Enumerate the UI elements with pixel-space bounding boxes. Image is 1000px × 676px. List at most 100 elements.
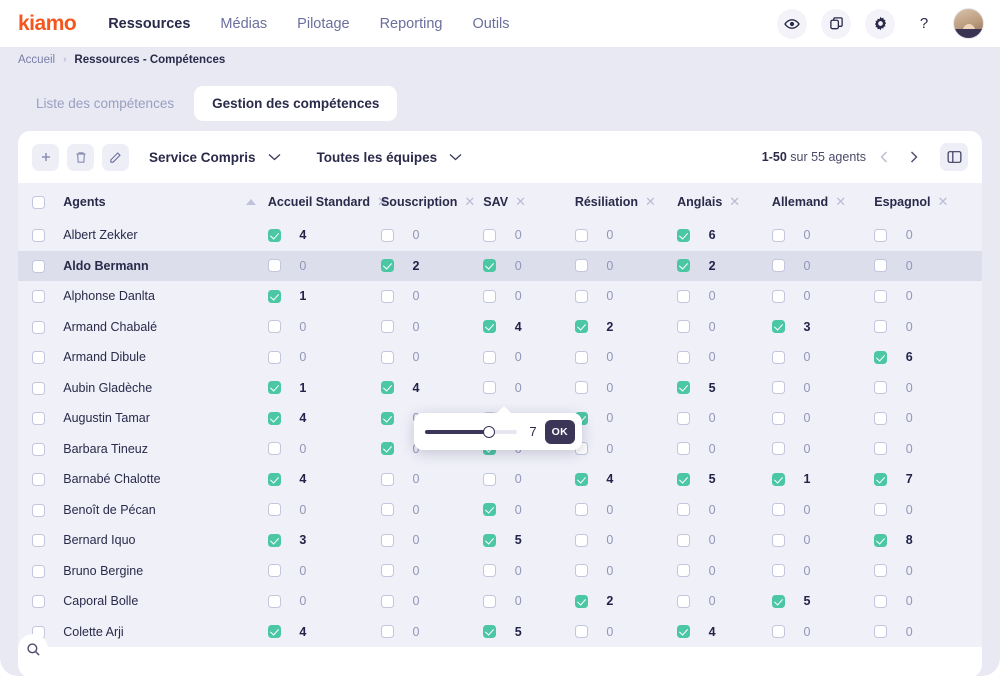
skill-level-value[interactable]: 0 (588, 350, 632, 364)
tab-gestion-des-competences[interactable]: Gestion des compétences (194, 86, 398, 121)
skill-level-value[interactable]: 0 (887, 320, 931, 334)
column-header-anglais[interactable]: Anglais ✕ (677, 183, 772, 220)
skill-checkbox[interactable] (677, 442, 691, 456)
column-header-accueil-standard[interactable]: Accueil Standard ✕ (268, 183, 388, 220)
skill-checkbox[interactable] (874, 381, 888, 395)
close-icon[interactable]: ✕ (835, 195, 846, 208)
skill-checkbox[interactable] (874, 472, 888, 486)
skill-level-value[interactable]: 0 (588, 533, 632, 547)
tab-liste-des-competences[interactable]: Liste des compétences (18, 86, 192, 121)
skill-checkbox[interactable] (874, 259, 888, 273)
skill-checkbox[interactable] (267, 503, 281, 517)
skill-checkbox[interactable] (574, 625, 588, 639)
skill-checkbox[interactable] (574, 564, 588, 578)
skill-level-value[interactable]: 5 (496, 625, 540, 639)
slider-thumb[interactable] (483, 425, 496, 438)
search-icon[interactable] (18, 634, 48, 664)
skill-checkbox[interactable] (483, 564, 497, 578)
skill-checkbox[interactable] (574, 472, 588, 486)
skill-level-value[interactable]: 4 (281, 625, 325, 639)
skill-checkbox[interactable] (483, 594, 497, 608)
skill-checkbox[interactable] (380, 381, 394, 395)
skill-level-value[interactable]: 0 (690, 320, 734, 334)
agents-column-header[interactable]: Agents (63, 183, 268, 220)
skill-level-value[interactable]: 0 (887, 259, 931, 273)
skill-level-value[interactable]: 4 (281, 472, 325, 486)
skill-level-value[interactable]: 0 (281, 320, 325, 334)
skill-checkbox[interactable] (677, 625, 691, 639)
add-button[interactable] (32, 143, 59, 171)
copy-icon[interactable] (821, 8, 851, 39)
skill-checkbox[interactable] (483, 289, 497, 303)
column-header-souscription[interactable]: Souscription ✕ (381, 183, 483, 220)
table-row[interactable]: Caporal Bolle 0 0 0 2 0 5 0 (18, 586, 982, 617)
skill-checkbox[interactable] (267, 411, 281, 425)
level-slider[interactable] (425, 425, 517, 439)
skill-checkbox[interactable] (483, 503, 497, 517)
skill-level-value[interactable]: 0 (887, 594, 931, 608)
skill-level-value[interactable]: 0 (496, 259, 540, 273)
skill-level-value[interactable]: 0 (496, 594, 540, 608)
skill-checkbox[interactable] (574, 320, 588, 334)
skill-level-value[interactable]: 0 (496, 228, 540, 242)
skill-level-value[interactable]: 0 (588, 228, 632, 242)
skill-checkbox[interactable] (267, 564, 281, 578)
skill-level-value[interactable]: 5 (496, 533, 540, 547)
column-header-espagnol[interactable]: Espagnol ✕ (874, 183, 982, 220)
nav-item-pilotage[interactable]: Pilotage (297, 16, 349, 32)
skill-level-value[interactable]: 0 (690, 503, 734, 517)
skill-checkbox[interactable] (771, 625, 785, 639)
skill-checkbox[interactable] (380, 228, 394, 242)
skill-checkbox[interactable] (677, 503, 691, 517)
column-settings-button[interactable] (940, 143, 968, 171)
close-icon[interactable]: ✕ (515, 195, 526, 208)
skill-level-value[interactable]: 1 (281, 381, 325, 395)
skill-checkbox[interactable] (574, 503, 588, 517)
skill-checkbox[interactable] (771, 320, 785, 334)
skill-level-value[interactable]: 5 (785, 594, 829, 608)
table-row[interactable]: Aldo Bermann 0 2 0 0 2 0 0 (18, 250, 982, 281)
skill-level-value[interactable]: 2 (588, 594, 632, 608)
skill-checkbox[interactable] (874, 350, 888, 364)
skill-checkbox[interactable] (574, 594, 588, 608)
column-header-resiliation[interactable]: Résiliation ✕ (575, 183, 677, 220)
skill-level-value[interactable]: 0 (281, 594, 325, 608)
row-select-checkbox[interactable] (32, 320, 45, 334)
skill-checkbox[interactable] (267, 472, 281, 486)
breadcrumb-home[interactable]: Accueil (18, 54, 55, 66)
skill-checkbox[interactable] (771, 228, 785, 242)
skill-level-value[interactable]: 7 (887, 472, 931, 486)
table-row[interactable]: Benoît de Pécan 0 0 0 0 0 0 0 (18, 494, 982, 525)
team-select[interactable]: Toutes les équipes (317, 150, 463, 165)
skill-checkbox[interactable] (874, 228, 888, 242)
skill-level-value[interactable]: 5 (690, 472, 734, 486)
table-row[interactable]: Barnabé Chalotte 4 0 0 4 5 1 7 (18, 464, 982, 495)
skill-level-value[interactable]: 0 (887, 503, 931, 517)
skill-checkbox[interactable] (483, 472, 497, 486)
skill-checkbox[interactable] (267, 228, 281, 242)
row-select-checkbox[interactable] (32, 229, 45, 243)
skill-level-value[interactable]: 0 (496, 564, 540, 578)
column-header-allemand[interactable]: Allemand ✕ (772, 183, 874, 220)
skill-checkbox[interactable] (677, 594, 691, 608)
skill-level-value[interactable]: 0 (785, 411, 829, 425)
skill-level-value[interactable]: 0 (785, 625, 829, 639)
skill-checkbox[interactable] (874, 289, 888, 303)
table-row[interactable]: Armand Dibule 0 0 0 0 0 0 6 (18, 342, 982, 373)
skill-checkbox[interactable] (677, 228, 691, 242)
table-row[interactable]: Bruno Bergine 0 0 0 0 0 0 0 (18, 555, 982, 586)
close-icon[interactable]: ✕ (938, 195, 949, 208)
skill-level-value[interactable]: 0 (281, 259, 325, 273)
table-row[interactable]: Armand Chabalé 0 0 4 2 0 3 0 (18, 311, 982, 342)
skill-checkbox[interactable] (267, 259, 281, 273)
row-select-checkbox[interactable] (32, 381, 45, 395)
skill-checkbox[interactable] (380, 503, 394, 517)
skill-checkbox[interactable] (677, 259, 691, 273)
skill-level-value[interactable]: 0 (887, 381, 931, 395)
row-select-checkbox[interactable] (32, 473, 45, 487)
skill-checkbox[interactable] (267, 350, 281, 364)
skill-level-value[interactable]: 3 (281, 533, 325, 547)
skill-level-value[interactable]: 0 (887, 442, 931, 456)
skill-checkbox[interactable] (771, 259, 785, 273)
skill-checkbox[interactable] (380, 289, 394, 303)
